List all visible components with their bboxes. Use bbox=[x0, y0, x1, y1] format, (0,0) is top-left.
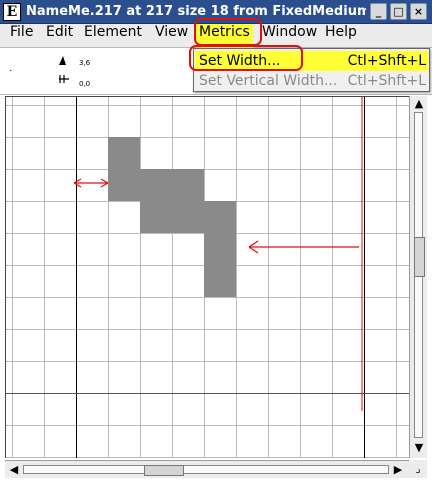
pointer-icon[interactable] bbox=[58, 55, 67, 69]
vertical-scrollbar[interactable]: ▲ ▼ bbox=[409, 96, 427, 458]
horizontal-scroll-track[interactable] bbox=[23, 465, 389, 476]
menu-file[interactable]: File bbox=[10, 24, 33, 48]
app-icon[interactable]: E bbox=[3, 3, 21, 21]
menu-element[interactable]: Element bbox=[84, 24, 142, 48]
scroll-up-icon[interactable]: ▲ bbox=[413, 96, 425, 112]
set-width-shortcut: Ctl+Shft+L bbox=[347, 53, 426, 69]
horizontal-scrollbar[interactable]: ◀ ▶ bbox=[5, 460, 409, 478]
left-arrow-icon bbox=[248, 240, 359, 254]
vertical-scroll-track[interactable] bbox=[414, 112, 425, 438]
menu-edit[interactable]: Edit bbox=[46, 24, 73, 48]
minimize-button[interactable]: _ bbox=[370, 3, 387, 20]
scroll-right-icon[interactable]: ▶ bbox=[391, 462, 405, 478]
set-vertical-width-label: Set Vertical Width... bbox=[199, 73, 338, 89]
width-annotation-overlay bbox=[73, 97, 363, 411]
vertical-scroll-thumb[interactable] bbox=[414, 237, 425, 277]
menu-help[interactable]: Help bbox=[325, 24, 357, 48]
menu-view[interactable]: View bbox=[155, 24, 188, 48]
metrics-annotation-ring bbox=[194, 18, 262, 46]
scroll-left-icon[interactable]: ◀ bbox=[7, 462, 21, 478]
maximize-button[interactable]: □ bbox=[390, 3, 407, 20]
horizontal-scroll-thumb[interactable] bbox=[144, 465, 184, 476]
glyph-canvas[interactable] bbox=[5, 96, 409, 458]
toolbar-tick-icon: ˙ bbox=[8, 68, 14, 81]
double-arrow-icon bbox=[73, 178, 109, 188]
menu-set-vertical-width: Set Vertical Width... Ctl+Shft+L bbox=[195, 71, 428, 91]
resize-corner-icon[interactable]: ⌟ bbox=[409, 460, 427, 478]
set-vertical-width-shortcut: Ctl+Shft+L bbox=[347, 73, 426, 89]
coord-readout-bottom: 0,0 bbox=[79, 80, 91, 88]
set-width-annotation-ring bbox=[189, 45, 303, 71]
coord-readout-top: 3,6 bbox=[79, 59, 91, 67]
close-button[interactable]: × bbox=[410, 3, 427, 20]
magnify-icon[interactable] bbox=[58, 74, 70, 87]
scroll-down-icon[interactable]: ▼ bbox=[413, 440, 425, 456]
